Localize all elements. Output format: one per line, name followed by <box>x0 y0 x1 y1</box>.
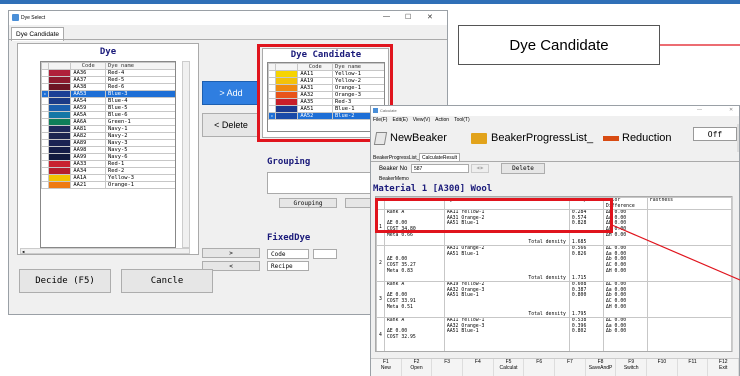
callout-pointers <box>611 44 740 281</box>
callout-line-b <box>611 224 740 281</box>
